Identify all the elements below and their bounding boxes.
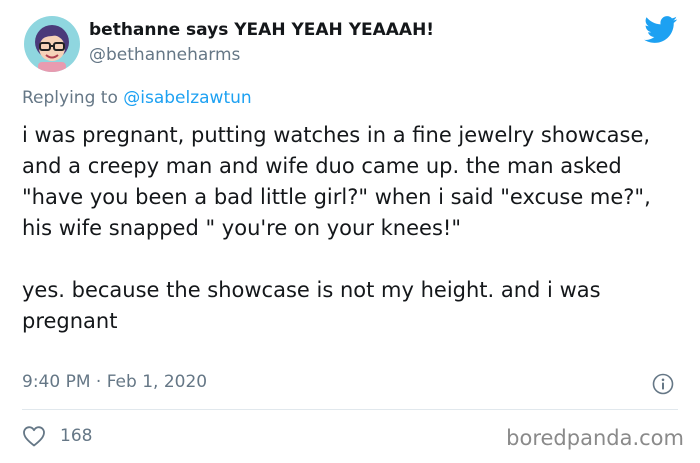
tweet-timestamp[interactable]: 9:40 PM · Feb 1, 2020 bbox=[22, 372, 207, 392]
like-button[interactable]: 168 bbox=[22, 424, 92, 448]
reply-prefix: Replying to bbox=[22, 88, 118, 108]
twitter-bird-icon[interactable] bbox=[644, 16, 678, 44]
like-count: 168 bbox=[60, 426, 93, 446]
tweet-body: i was pregnant, putting watches in a fin… bbox=[22, 120, 682, 337]
user-handle[interactable]: @bethanneharms bbox=[89, 45, 240, 65]
display-name[interactable]: bethanne says YEAH YEAH YEAAAH! bbox=[89, 20, 434, 40]
reply-mention-link[interactable]: @isabelzawtun bbox=[123, 88, 251, 108]
reply-context: Replying to @isabelzawtun bbox=[22, 88, 252, 108]
tweet-paragraph: i was pregnant, putting watches in a fin… bbox=[22, 123, 651, 240]
avatar[interactable] bbox=[24, 16, 80, 72]
divider bbox=[22, 409, 678, 410]
watermark: boredpanda.com bbox=[506, 426, 684, 450]
heart-icon bbox=[23, 426, 45, 447]
info-icon[interactable] bbox=[652, 373, 674, 395]
tweet-paragraph: yes. because the showcase is not my heig… bbox=[22, 278, 601, 333]
